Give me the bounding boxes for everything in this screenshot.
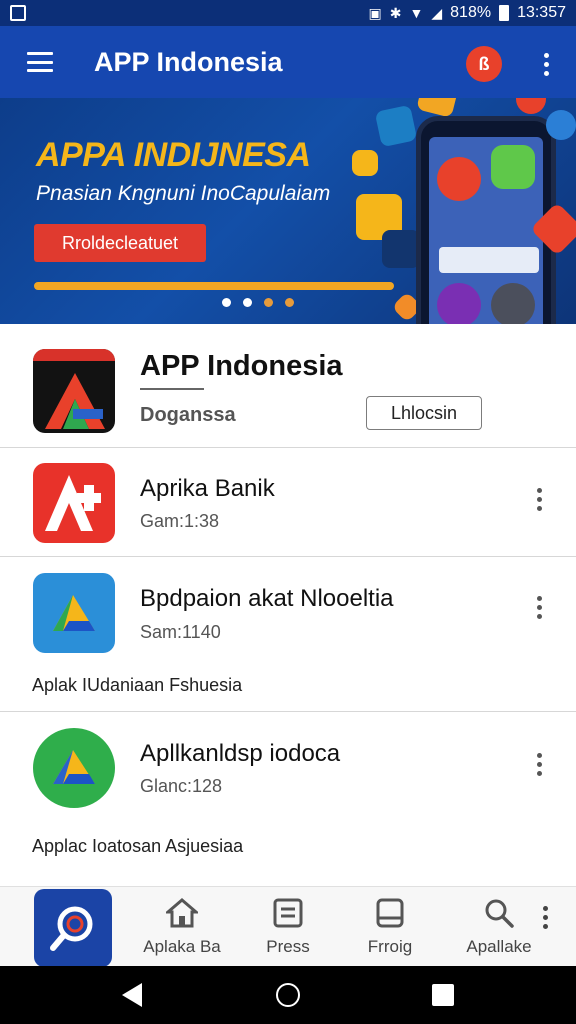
app-logo-icon[interactable]: ß — [466, 46, 502, 82]
banner-stripe — [34, 282, 394, 290]
nav-item-press[interactable]: Press — [238, 895, 338, 957]
list-icon — [238, 895, 338, 931]
home-icon — [132, 895, 232, 931]
gallery-icon — [416, 98, 460, 118]
signal-icon: ◢ — [431, 4, 443, 21]
promo-banner[interactable]: APPA INDIJNESA Pnasian Kngnuni InoCapula… — [0, 98, 576, 324]
magnifier-icon — [50, 906, 93, 951]
nav-item-label: Frroig — [367, 937, 413, 956]
device-icon — [340, 895, 440, 931]
title-underline — [140, 388, 204, 390]
clock: 13:357 — [517, 4, 566, 21]
music-app-icon — [437, 283, 481, 324]
chat-icon — [546, 110, 576, 140]
drive-blue-app-icon — [33, 573, 115, 653]
nav-item-label: Press — [266, 937, 310, 956]
bottom-navigation: Aplaka Ba Press Frroig Apallake — [0, 886, 576, 967]
app-list-item[interactable]: Apllkanldsp iodoca Glanc:128 Applac Ioat… — [0, 712, 576, 886]
chrome-app-icon — [437, 157, 481, 201]
hamburger-menu-icon[interactable] — [0, 26, 80, 98]
app-list-item[interactable]: Bpdpaion akat Nlooeltia Sam:1140 Aplak I… — [0, 557, 576, 711]
nfc-icon: ▣ — [368, 4, 382, 21]
banner-cta-button[interactable]: Rroldecleatuet — [34, 224, 206, 262]
nav-item-frroig[interactable]: Frroig — [340, 895, 440, 957]
status-bar: ▣ ✱ ▼ ◢ 818% 13:357 — [0, 0, 576, 26]
location-icon — [516, 98, 546, 114]
banner-title: APPA INDIJNESA — [36, 136, 311, 174]
app-bar: APP Indonesia ß — [0, 26, 576, 98]
app-meta: Sam:1140 — [140, 622, 221, 642]
smiley-app-icon — [491, 145, 535, 189]
battery-icon — [499, 5, 510, 21]
settings-app-icon — [491, 283, 535, 324]
featured-app-developer: Doganssa — [140, 404, 236, 426]
more-vert-icon[interactable] — [527, 750, 551, 778]
featured-app-title: APP Indonesia — [140, 350, 343, 382]
recents-icon[interactable] — [432, 984, 454, 1006]
more-vert-icon[interactable] — [527, 593, 551, 621]
carousel-dots[interactable] — [222, 298, 294, 307]
search-bar-illustration — [439, 247, 539, 273]
nav-item-home[interactable]: Aplaka Ba — [132, 895, 232, 957]
app-title: Apllkanldsp iodoca — [140, 740, 341, 767]
drive-green-app-icon — [33, 728, 115, 808]
install-button[interactable]: Lhlocsin — [366, 396, 482, 430]
notification-icon — [10, 5, 26, 21]
app-title: Bpdpaion akat Nlooeltia — [140, 585, 394, 612]
search-fab-button[interactable] — [34, 889, 112, 967]
bluetooth-icon: ✱ — [389, 4, 402, 21]
more-vert-icon[interactable] — [532, 50, 560, 78]
home-button-icon[interactable] — [276, 983, 300, 1007]
app-list-item[interactable]: Aprika Banik Gam:1:38 — [0, 449, 576, 556]
play-store-icon — [374, 104, 418, 148]
more-vert-icon[interactable] — [527, 485, 551, 513]
compass-icon — [352, 150, 378, 176]
app-meta: Gam:1:38 — [140, 511, 220, 531]
app-title: APP Indonesia — [94, 46, 283, 77]
nav-item-label: Aplaka Ba — [143, 937, 221, 956]
more-vert-icon[interactable] — [533, 903, 557, 931]
app-caption: Applac Ioatosan Asjuesiaa — [32, 836, 244, 856]
banner-subtitle: Pnasian Kngnuni InoCapulaiam — [36, 182, 331, 205]
nav-item-label: Apallake — [466, 937, 532, 956]
battery-percent: 818% — [450, 4, 492, 21]
app-meta: Glanc:128 — [140, 776, 223, 796]
wifi-icon: ▼ — [409, 5, 424, 21]
featured-app[interactable]: APP Indonesia Doganssa Lhlocsin — [0, 324, 576, 448]
phone-illustration — [416, 116, 556, 324]
app-title: Aprika Banik — [140, 475, 275, 502]
back-icon[interactable] — [120, 982, 144, 1008]
system-navigation-bar — [0, 966, 576, 1024]
map-pin-icon — [382, 230, 420, 268]
app-caption: Aplak IUdaniaan Fshuesia — [32, 675, 243, 695]
red-a-app-icon — [33, 463, 115, 543]
featured-app-icon — [33, 349, 115, 433]
